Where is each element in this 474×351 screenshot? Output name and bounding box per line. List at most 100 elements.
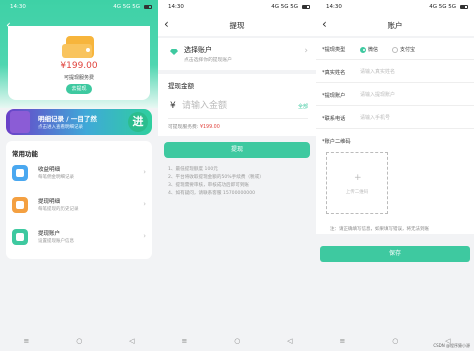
withdraw-type-row: *提现类型 微信 支付宝 (316, 38, 474, 60)
network-indicators: 4G 5G 5G (271, 4, 298, 10)
status-icons: 4G 5G 5G (113, 4, 152, 10)
phone-input[interactable] (360, 112, 460, 124)
status-bar: 14:30 4G 5G 5G (0, 0, 158, 14)
menu-key-icon[interactable]: ≡ (23, 337, 29, 345)
page-title: 提现 (229, 20, 245, 30)
status-time: 14:30 (326, 4, 342, 10)
note-line: 3、提现需要审核，审核成功后即可到账 (168, 183, 250, 188)
withdraw-screen: 14:30 4G 5G 5G ‹ 提现 选择账户 点击选择你的提现账户 › 提现… (158, 0, 316, 351)
income-detail-icon (12, 165, 28, 181)
withdraw-button[interactable]: 去提现 (66, 84, 92, 94)
real-name-row: *真实姓名 (316, 61, 474, 83)
status-icons: 4G 5G 5G (429, 4, 468, 10)
withdraw-detail-icon (12, 197, 28, 213)
amount-label: 提现金额 (168, 82, 194, 90)
status-bar: 14:30 4G 5G 5G (316, 0, 474, 14)
chevron-right-icon: › (304, 46, 308, 56)
system-nav: ≡ ○ ◁ (158, 331, 316, 351)
chevron-right-icon: › (143, 168, 146, 176)
field-label: *提现账户 (322, 93, 346, 99)
save-button[interactable]: 保存 (320, 246, 470, 262)
function-subtitle: 每笔佣金明细记录 (38, 175, 74, 180)
radio-alipay[interactable]: 支付宝 (392, 46, 415, 53)
banner-title: 明细记录 / 一目了然 (38, 115, 97, 123)
function-item-withdraw-detail[interactable]: 提现明细 每笔提现的历史记录 › (12, 195, 146, 219)
note-line: 4、如有疑问，请联系客服 15700000000 (168, 191, 256, 196)
page-title: 账户 (387, 20, 403, 30)
balance-amount: ¥199.00 (60, 61, 98, 71)
chevron-right-icon: › (143, 232, 146, 240)
available-prefix: 可提现服务费: (168, 125, 199, 130)
radio-label: 微信 (368, 47, 379, 53)
qr-label: *账户二维码 (322, 139, 351, 145)
account-input[interactable] (360, 89, 460, 101)
withdraw-account-icon (12, 229, 28, 245)
status-time: 14:30 (10, 4, 26, 10)
back-key-icon[interactable]: ◁ (287, 337, 292, 345)
status-icons: 4G 5G 5G (271, 4, 310, 10)
banner-subtitle: 点击进入查看明细记录 (38, 125, 83, 130)
type-label: *提现类型 (322, 47, 346, 53)
back-arrow-icon[interactable]: ‹ (164, 17, 169, 31)
diamond-icon (170, 49, 178, 55)
account-title: 选择账户 (184, 46, 212, 54)
withdraw-all-link[interactable]: 全部 (298, 103, 308, 110)
banner-go-button[interactable]: 进 (128, 112, 148, 132)
withdraw-notes: 1、最低提现额度 100元 2、平台将收取提现金额的50%手续费（税或） 3、提… (168, 166, 308, 198)
battery-icon (144, 5, 152, 9)
account-screen: 14:30 4G 5G 5G ‹ 账户 *提现类型 微信 支付宝 *真实姓名 请… (316, 0, 474, 351)
nav-bar: ‹ 账户 (316, 14, 474, 36)
plus-icon: + (354, 173, 362, 183)
common-functions: 常用功能 收益明细 每笔佣金明细记录 › 提现明细 每笔提现的历史记录 › 提现… (6, 141, 152, 259)
submit-withdraw-button[interactable]: 提现 (164, 142, 310, 158)
amount-section: 提现金额 ¥ 全部 可提现服务费: ¥199.00 (158, 74, 316, 136)
function-subtitle: 每笔提现的历史记录 (38, 207, 79, 212)
amount-input[interactable] (182, 98, 282, 114)
divider (168, 118, 308, 119)
available-amount: 可提现服务费: ¥199.00 (168, 123, 220, 130)
radio-unchecked-icon (392, 46, 398, 53)
account-form: *提现类型 微信 支付宝 *真实姓名 *提现账户 *联系电话 (316, 38, 474, 234)
system-nav: ≡ ○ ◁ (0, 331, 158, 351)
battery-icon (460, 5, 468, 9)
earnings-screen: 14:30 4G 5G 5G ‹ ¥199.00 可提现服务费 去提现 明细记录… (0, 0, 158, 351)
real-name-input[interactable] (360, 66, 460, 78)
available-value: ¥199.00 (199, 125, 220, 130)
home-key-icon[interactable]: ○ (76, 337, 82, 345)
function-item-income[interactable]: 收益明细 每笔佣金明细记录 › (12, 163, 146, 187)
note-line: 1、最低提现额度 100元 (168, 167, 218, 172)
menu-key-icon[interactable]: ≡ (339, 337, 345, 345)
radio-wechat[interactable]: 微信 (360, 46, 378, 53)
account-row: *提现账户 (316, 84, 474, 106)
back-key-icon[interactable]: ◁ (129, 337, 134, 345)
network-indicators: 4G 5G 5G (113, 4, 140, 10)
balance-label: 可提现服务费 (63, 75, 94, 81)
status-time: 14:30 (168, 4, 184, 10)
home-key-icon[interactable]: ○ (234, 337, 240, 345)
function-subtitle: 设置提现账户信息 (38, 239, 74, 244)
home-key-icon[interactable]: ○ (392, 337, 398, 345)
function-title: 提现明细 (38, 199, 61, 205)
battery-icon (302, 5, 310, 9)
function-item-withdraw-account[interactable]: 提现账户 设置提现账户信息 › (12, 227, 146, 251)
detail-banner[interactable]: 明细记录 / 一目了然 点击进入查看明细记录 进 (6, 109, 152, 135)
menu-key-icon[interactable]: ≡ (181, 337, 187, 345)
screens: 14:30 4G 5G 5G ‹ ¥199.00 可提现服务费 去提现 明细记录… (0, 0, 474, 351)
note-line: 2、平台将收取提现金额的50%手续费（税或） (168, 175, 264, 180)
phone-row: *联系电话 (316, 107, 474, 129)
currency-symbol: ¥ (170, 101, 176, 111)
qr-upload-box[interactable]: + 上传二维码 (326, 152, 388, 214)
field-label: *真实姓名 (322, 70, 346, 76)
function-title: 收益明细 (38, 167, 61, 173)
functions-title: 常用功能 (12, 150, 38, 158)
account-subtitle: 点击选择你的提现账户 (184, 58, 232, 63)
banner-illustration (10, 111, 30, 133)
radio-label: 支付宝 (400, 47, 416, 53)
select-account-row[interactable]: 选择账户 点击选择你的提现账户 › (158, 38, 316, 70)
upload-text: 上传二维码 (345, 190, 369, 195)
nav-bar: ‹ 提现 (158, 14, 316, 36)
wallet-icon (62, 36, 94, 58)
chevron-right-icon: › (143, 200, 146, 208)
network-indicators: 4G 5G 5G (429, 4, 456, 10)
back-arrow-icon[interactable]: ‹ (322, 17, 327, 31)
